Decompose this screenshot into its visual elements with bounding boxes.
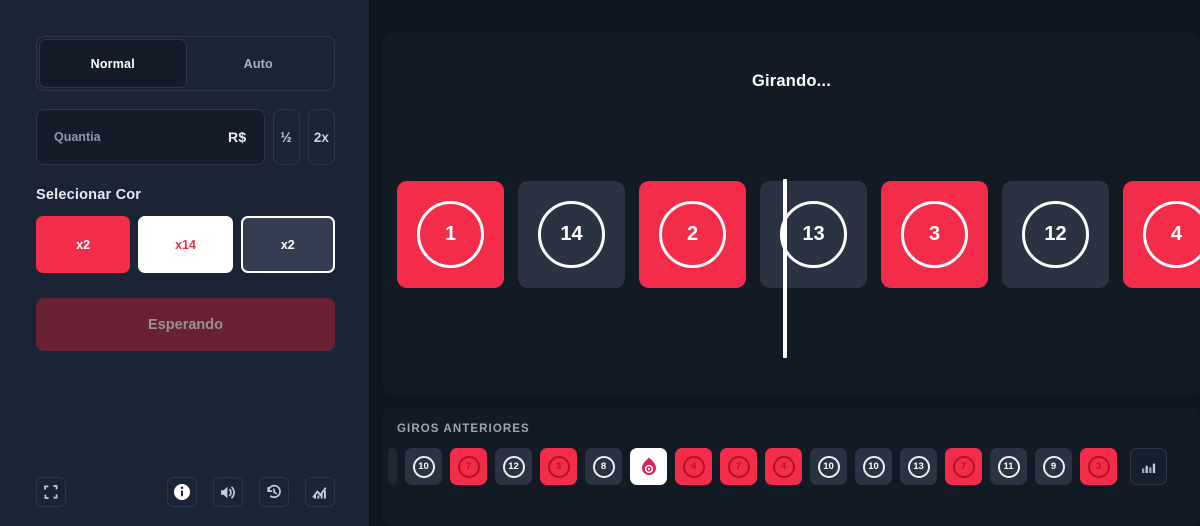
history-tile-number: 8 xyxy=(592,455,615,478)
history-tile: 3 xyxy=(540,448,577,485)
flame-bonus-icon xyxy=(641,457,656,475)
reel-tile: 1 xyxy=(397,181,504,288)
history-tile-number: 11 xyxy=(997,455,1020,478)
tab-auto[interactable]: Auto xyxy=(186,40,332,87)
fullscreen-icon[interactable] xyxy=(36,477,66,507)
place-bet-button[interactable]: Esperando xyxy=(36,298,335,351)
history-tile-number: 9 xyxy=(1042,455,1065,478)
tab-normal[interactable]: Normal xyxy=(40,40,186,87)
history-tile-number: 7 xyxy=(727,455,750,478)
history-tile: 9 xyxy=(1035,448,1072,485)
history-tile: 10 xyxy=(405,448,442,485)
reel-tile-number: 13 xyxy=(780,201,847,268)
history-tile-number: 3 xyxy=(1087,455,1110,478)
stats-icon[interactable] xyxy=(305,477,335,507)
mode-toggle-group: Normal Auto xyxy=(36,36,335,91)
history-tile-number: 10 xyxy=(817,455,840,478)
spinner-panel: Girando... 1 14 2 13 3 12 4 xyxy=(383,32,1200,395)
color-options-group: x2 x14 x2 xyxy=(36,216,335,273)
history-tile: 10 xyxy=(855,448,892,485)
reel-tile: 4 xyxy=(1123,181,1200,288)
history-tile: 13 xyxy=(900,448,937,485)
reel-tile-number: 12 xyxy=(1022,201,1089,268)
history-tile-number: 3 xyxy=(547,455,570,478)
sidebar-tool-icons xyxy=(167,477,335,507)
select-color-heading: Selecionar Cor xyxy=(36,187,142,203)
history-stats-button[interactable] xyxy=(1130,448,1167,485)
previous-spins-panel: GIROS ANTERIORES 10 7 12 3 8 4 7 4 10 10 13 7 11 9 3 xyxy=(383,407,1200,526)
history-tile-number: 4 xyxy=(682,455,705,478)
currency-label: R$ xyxy=(228,129,247,145)
history-tile: 12 xyxy=(495,448,532,485)
history-tile: 4 xyxy=(765,448,802,485)
history-tile-number: 10 xyxy=(412,455,435,478)
reel-tile: 12 xyxy=(1002,181,1109,288)
reel-tile-number: 3 xyxy=(901,201,968,268)
previous-spins-row: 10 7 12 3 8 4 7 4 10 10 13 7 11 9 3 xyxy=(388,448,1200,485)
bet-control-sidebar: Normal Auto R$ ½ 2x Selecionar Cor x2 x1… xyxy=(0,0,370,526)
history-tile-number: 4 xyxy=(772,455,795,478)
spin-status-text: Girando... xyxy=(751,72,831,90)
history-tile: 3 xyxy=(1080,448,1117,485)
reel-tile-number: 1 xyxy=(417,201,484,268)
history-tile-number: 7 xyxy=(457,455,480,478)
reel-tile-number: 2 xyxy=(659,201,726,268)
history-tile: 7 xyxy=(720,448,757,485)
amount-row: R$ ½ 2x xyxy=(36,109,335,165)
color-option-red[interactable]: x2 xyxy=(36,216,131,273)
app-root: Normal Auto R$ ½ 2x Selecionar Cor x2 x1… xyxy=(0,0,1200,526)
double-amount-button[interactable]: 2x xyxy=(307,109,335,165)
reel-tile-number: 4 xyxy=(1143,201,1200,268)
bar-chart-icon xyxy=(1142,463,1156,473)
color-option-dark[interactable]: x2 xyxy=(240,216,335,273)
history-tile: 4 xyxy=(675,448,712,485)
color-option-white[interactable]: x14 xyxy=(138,216,233,273)
history-tile: 8 xyxy=(585,448,622,485)
game-main: Girando... 1 14 2 13 3 12 4 GIROS ANTERIORES 1… xyxy=(370,0,1200,526)
amount-input[interactable] xyxy=(54,130,228,144)
reel-tile: 2 xyxy=(639,181,746,288)
history-tile-number: 10 xyxy=(862,455,885,478)
history-tile-number: 12 xyxy=(502,455,525,478)
history-tile: 7 xyxy=(450,448,487,485)
history-tile: 7 xyxy=(945,448,982,485)
history-icon[interactable] xyxy=(259,477,289,507)
reel-tile-number: 14 xyxy=(538,201,605,268)
history-tile-bonus xyxy=(630,448,667,485)
history-tile: 10 xyxy=(810,448,847,485)
spinner-reel: 1 14 2 13 3 12 4 xyxy=(383,181,1200,288)
history-tile xyxy=(388,448,397,485)
history-tile: 11 xyxy=(990,448,1027,485)
sidebar-footer xyxy=(36,477,335,507)
reel-marker xyxy=(783,179,787,358)
info-icon[interactable] xyxy=(167,477,197,507)
reel-tile: 13 xyxy=(760,181,867,288)
volume-icon[interactable] xyxy=(213,477,243,507)
history-tile-number: 7 xyxy=(952,455,975,478)
history-tile-number: 13 xyxy=(907,455,930,478)
amount-field-wrapper[interactable]: R$ xyxy=(36,109,265,165)
reel-tile: 3 xyxy=(881,181,988,288)
previous-spins-heading: GIROS ANTERIORES xyxy=(397,423,530,435)
halve-amount-button[interactable]: ½ xyxy=(272,109,300,165)
reel-tile: 14 xyxy=(518,181,625,288)
